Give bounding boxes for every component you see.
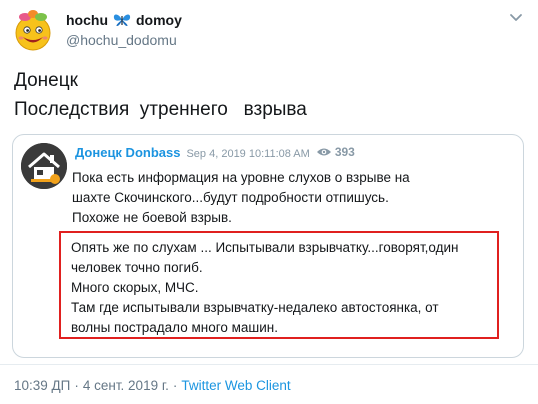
quoted-header: Донецк Donbass Sep 4, 2019 10:11:08 AM 3…: [75, 145, 355, 160]
quoted-author-name[interactable]: Донецк Donbass: [75, 145, 180, 160]
client-link[interactable]: Twitter Web Client: [181, 378, 290, 393]
butterfly-emoji-icon: [113, 14, 131, 26]
quoted-views: 393: [316, 145, 355, 159]
author-avatar[interactable]: [10, 8, 56, 54]
tweet-time[interactable]: 10:39 ДП: [14, 378, 70, 393]
chevron-down-icon[interactable]: [509, 10, 523, 24]
meta-separator: ·: [74, 378, 79, 393]
tweet-card: hochu domoy @hochu_dodomu Донецк Последс…: [0, 0, 538, 404]
quoted-highlighted-line: человек точно погиб.: [71, 260, 203, 275]
author-display-name: hochu: [66, 12, 108, 28]
quoted-highlighted-line: Опять же по слухам ... Испытывали взрывч…: [71, 240, 459, 255]
quoted-highlighted-line: Много скорых, МЧС.: [71, 280, 199, 295]
quoted-highlighted-text: Опять же по слухам ... Испытывали взрывч…: [71, 238, 459, 338]
meta-separator: ·: [172, 378, 178, 393]
author-name[interactable]: hochu domoy: [66, 12, 182, 28]
tweet-text: Донецк Последствия утреннего взрыва: [14, 66, 307, 124]
divider: [0, 364, 538, 365]
tweet-date[interactable]: 4 сент. 2019 г.: [83, 378, 169, 393]
quoted-highlighted-line: волны пострадало много машин.: [71, 320, 278, 335]
quoted-tweet-card[interactable]: Донецк Donbass Sep 4, 2019 10:11:08 AM 3…: [12, 134, 524, 358]
tweet-text-line: Последствия утреннего взрыва: [14, 99, 307, 120]
tweet-meta: 10:39 ДП · 4 сент. 2019 г. · Twitter Web Cli…: [14, 378, 291, 393]
mine-house-logo-icon: [21, 143, 67, 189]
quoted-avatar[interactable]: [21, 143, 67, 189]
author-display-name-suffix: domoy: [136, 12, 182, 28]
tweet-text-line: Донецк: [14, 70, 78, 91]
quoted-body: Пока есть информация на уровне слухов о …: [72, 168, 410, 228]
author-handle[interactable]: @hochu_dodomu: [66, 32, 177, 48]
eye-icon: [316, 148, 331, 156]
quoted-body-line: шахте Скочинского...будут подробности от…: [72, 190, 389, 205]
quoted-body-line: Пока есть информация на уровне слухов о …: [72, 170, 410, 185]
quoted-timestamp: Sep 4, 2019 10:11:08 AM: [186, 148, 310, 160]
quoted-body-line: Похоже не боевой взрыв.: [72, 210, 232, 225]
quoted-views-count: 393: [334, 145, 355, 159]
quoted-highlighted-line: Там где испытывали взрывчатку-недалеко а…: [71, 300, 439, 315]
smiley-avatar-icon: [15, 10, 51, 51]
